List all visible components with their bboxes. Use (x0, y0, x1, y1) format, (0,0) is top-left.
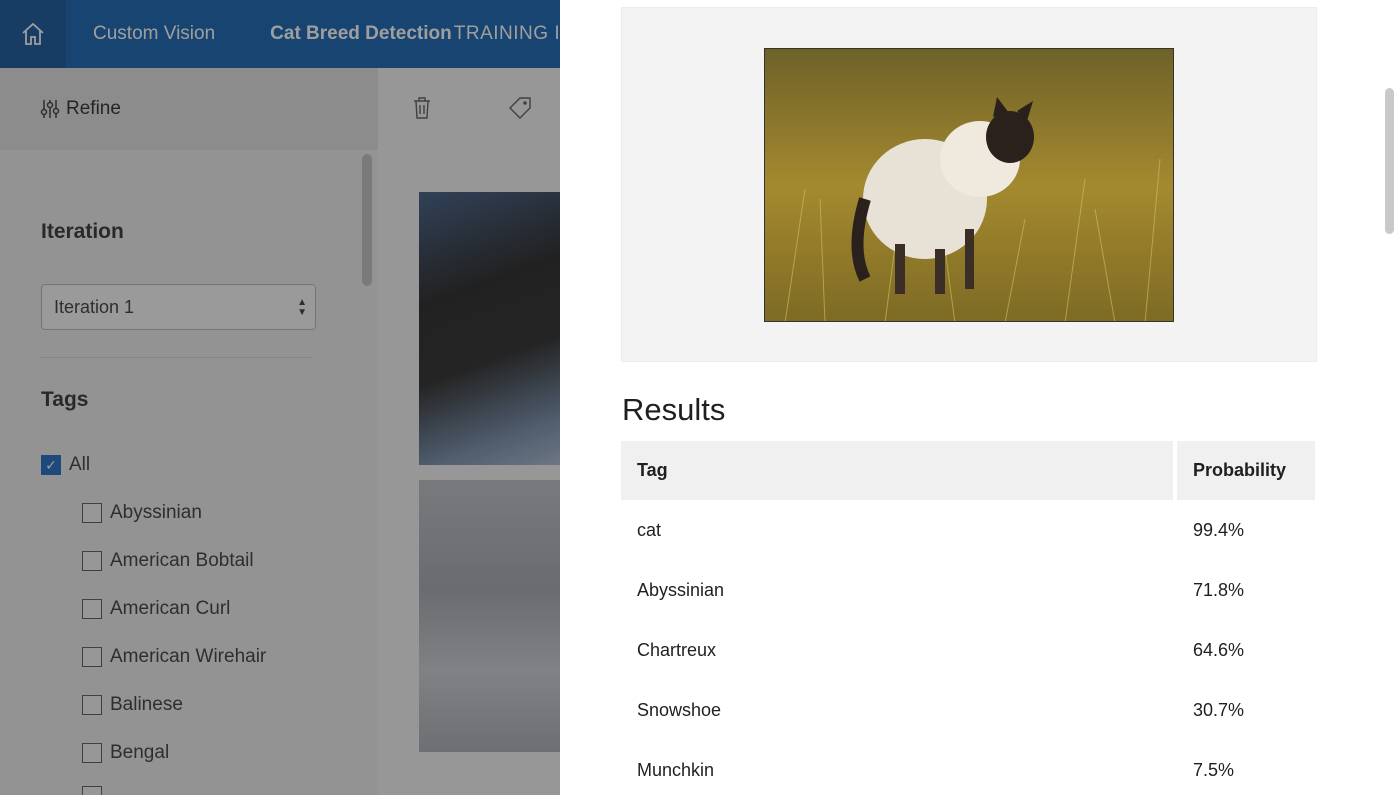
table-row: Chartreux 64.6% (621, 620, 1315, 680)
results-table: Tag Probability cat 99.4% Abyssinian 71.… (621, 441, 1315, 795)
result-tag: Abyssinian (637, 579, 725, 600)
result-probability: 99.4% (1193, 519, 1245, 540)
column-header-tag[interactable]: Tag (621, 441, 1177, 500)
result-probability: 64.6% (1193, 639, 1245, 660)
column-header-probability[interactable]: Probability (1177, 441, 1315, 500)
cat-photo-graphic (765, 49, 1173, 321)
result-tag: Chartreux (637, 639, 717, 660)
result-tag: Munchkin (637, 759, 715, 780)
result-probability: 30.7% (1193, 699, 1245, 720)
table-row: Abyssinian 71.8% (621, 560, 1315, 620)
result-tag: Snowshoe (637, 699, 722, 720)
result-probability: 7.5% (1193, 759, 1235, 780)
result-tag: cat (637, 519, 662, 540)
results-header-row: Tag Probability (621, 441, 1315, 500)
uploaded-cat-image (764, 48, 1174, 322)
modal-backdrop[interactable] (0, 0, 560, 795)
panel-scrollbar[interactable] (1385, 88, 1394, 234)
table-row: cat 99.4% (621, 500, 1315, 560)
table-row: Snowshoe 30.7% (621, 680, 1315, 740)
result-probability: 71.8% (1193, 579, 1245, 600)
prediction-panel: Results Tag Probability cat 99.4% Abyssi… (560, 0, 1400, 795)
table-row: Munchkin 7.5% (621, 740, 1315, 795)
results-heading: Results (622, 392, 726, 427)
image-preview-area (621, 7, 1317, 362)
